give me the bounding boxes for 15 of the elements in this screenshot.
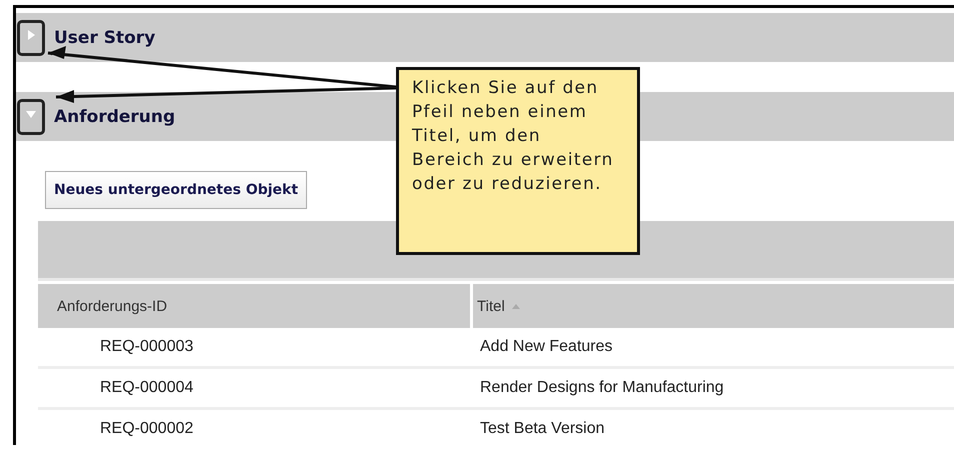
table-cell: REQ-000002 (38, 410, 473, 445)
table-cell: REQ-000004 (38, 369, 473, 410)
section-title: User Story (54, 28, 156, 48)
caret-icon (25, 28, 37, 40)
new-child-button[interactable]: Neues untergeordnetes Objekt (45, 171, 308, 209)
table-cell: Test Beta Version (473, 410, 954, 445)
table-cell: REQ-000003 (38, 328, 473, 369)
expand-toggle[interactable] (17, 98, 45, 134)
section-title: Anforderung (54, 106, 176, 126)
column-header[interactable]: Anforderungs-ID (38, 284, 473, 328)
tooltip-note: Klicken Sie auf den Pfeil neben einem Titel, um den Bereich zu erweitern oder zu reduzieren. (396, 67, 640, 255)
table-cell: Add New Features (473, 328, 954, 369)
expand-toggle[interactable] (17, 20, 45, 56)
column-header[interactable]: Titel (473, 284, 954, 328)
table-cell: Render Designs for Manufacturing (473, 369, 954, 410)
